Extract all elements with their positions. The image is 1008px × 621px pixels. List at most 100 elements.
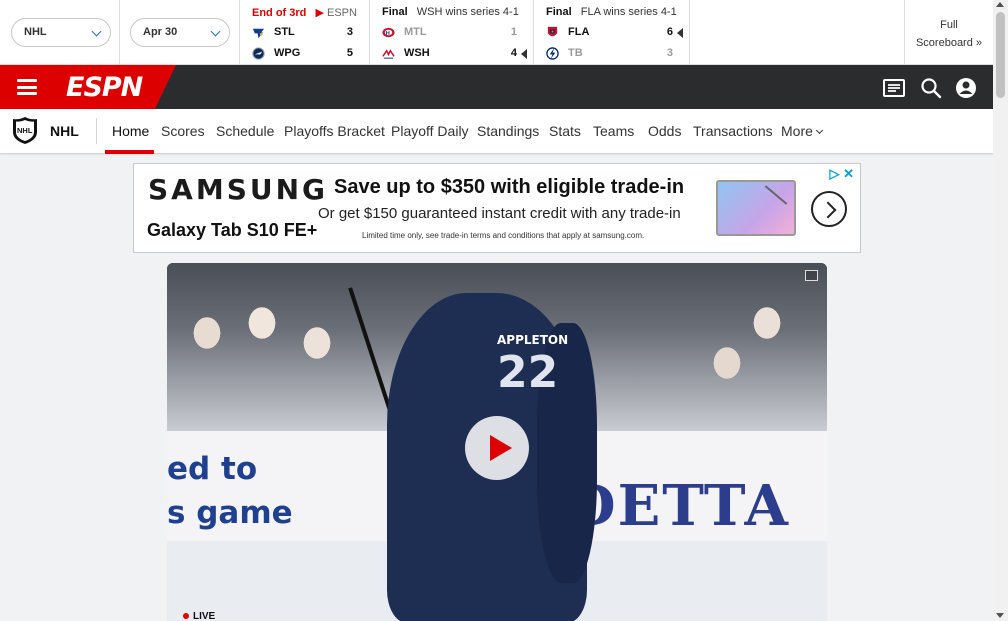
league-name[interactable]: NHL — [50, 123, 79, 139]
team-row: WPG 5 — [252, 46, 357, 62]
nav-schedule[interactable]: Schedule — [216, 123, 274, 139]
search-icon[interactable] — [920, 77, 942, 99]
nav-more[interactable]: More — [781, 123, 823, 139]
chevron-down-icon — [815, 126, 823, 135]
divider — [96, 118, 97, 144]
image-icon[interactable] — [805, 270, 818, 281]
full-scoreboard-link[interactable]: Full Scoreboard » — [904, 0, 993, 65]
nav-stats[interactable]: Stats — [549, 123, 581, 139]
team-abbr: WPG — [274, 47, 301, 59]
ad-headline: Save up to $350 with eligible trade-in — [334, 176, 685, 198]
espn-logo[interactable]: ESPN — [66, 72, 143, 103]
team-score: 4 — [510, 47, 517, 59]
team-abbr: STL — [274, 26, 295, 38]
team-row: FLA 6 — [546, 25, 683, 41]
nav-scores[interactable]: Scores — [161, 123, 205, 139]
series-result: FLA wins series 4-1 — [580, 6, 677, 18]
vertical-scrollbar[interactable] — [993, 0, 1008, 621]
espn-nhl-page: NHL Apr 30 End of 3rd ▶ ESPN STL 3 WPG 5… — [0, 0, 1008, 621]
team-abbr: WSH — [404, 47, 430, 59]
team-score: 6 — [666, 26, 673, 38]
team-row: H MTL 1 — [382, 25, 521, 41]
winner-arrow-icon — [521, 49, 527, 59]
nav-home[interactable]: Home — [112, 123, 149, 139]
game-card-fla-tb[interactable]: Final FLA wins series 4-1 FLA 6 TB 3 — [534, 0, 689, 65]
date-select[interactable]: Apr 30 — [130, 18, 230, 47]
nav-standings[interactable]: Standings — [477, 123, 539, 139]
nav-teams[interactable]: Teams — [593, 123, 634, 139]
lightning-logo-icon — [546, 47, 559, 60]
play-icon: ▶ — [315, 7, 324, 19]
tablet-image — [716, 180, 796, 236]
scroll-up-icon[interactable] — [996, 2, 1004, 7]
ad-fine-print: Limited time only, see trade-in terms an… — [362, 231, 645, 240]
chevron-down-icon — [210, 26, 221, 37]
team-score: 3 — [666, 47, 673, 59]
jersey-number: 22 — [497, 347, 559, 398]
game-status: End of 3rd ▶ ESPN — [252, 6, 357, 19]
series-result: WSH wins series 4-1 — [416, 6, 519, 18]
profile-icon[interactable] — [955, 77, 977, 99]
espn-header: ESPN — [0, 65, 993, 109]
jets-logo-icon — [252, 47, 265, 60]
jersey-name: APPLETON — [497, 333, 569, 347]
active-tab-indicator — [105, 150, 154, 154]
scoreboard-strip: NHL Apr 30 End of 3rd ▶ ESPN STL 3 WPG 5… — [0, 0, 993, 65]
nav-playoffs-bracket[interactable]: Playoffs Bracket — [284, 123, 385, 139]
svg-text:H: H — [386, 31, 390, 37]
full-scoreboard-line1: Full — [940, 19, 958, 31]
scores-menu-icon[interactable] — [883, 77, 905, 99]
game-status-final: Final — [546, 6, 572, 18]
nav-playoff-daily[interactable]: Playoff Daily — [391, 123, 469, 139]
team-score: 3 — [346, 26, 353, 38]
panthers-logo-icon — [547, 26, 558, 37]
blues-logo-icon — [252, 28, 265, 39]
team-row: STL 3 — [252, 25, 357, 41]
samsung-ad-banner[interactable]: SAMSUNG Galaxy Tab S10 FE+ Save up to $3… — [133, 163, 861, 253]
winner-arrow-icon — [677, 28, 683, 38]
ad-arrow-button[interactable] — [811, 191, 847, 227]
nhl-subnav: NHL Home Scores Schedule Playoffs Bracke… — [0, 109, 993, 154]
divider — [689, 0, 690, 65]
game-status: Final FLA wins series 4-1 — [546, 6, 677, 18]
ad-brand: SAMSUNG — [148, 173, 329, 206]
team-score: 5 — [346, 47, 353, 59]
scroll-down-icon[interactable] — [996, 613, 1004, 618]
team-abbr: FLA — [568, 26, 590, 38]
league-select[interactable]: NHL — [11, 18, 111, 47]
full-scoreboard-line2: Scoreboard » — [915, 37, 983, 49]
capitals-logo-icon — [382, 49, 395, 59]
nhl-shield-icon[interactable]: NHL — [12, 116, 38, 145]
team-abbr: MTL — [404, 26, 427, 38]
adchoices-icon[interactable]: ▷ ✕ — [829, 166, 854, 182]
league-select-value: NHL — [24, 26, 47, 38]
date-select-value: Apr 30 — [143, 26, 178, 38]
chevron-down-icon — [91, 26, 102, 37]
board-text: s game — [167, 495, 293, 531]
board-text: ed to — [167, 451, 258, 487]
scrollbar-thumb[interactable] — [996, 12, 1005, 98]
nav-transactions[interactable]: Transactions — [693, 123, 773, 139]
hero-video[interactable]: ed to s game DETTA APPLETON 22 — [167, 263, 827, 621]
ad-subhead: Or get $150 guaranteed instant credit wi… — [318, 205, 681, 222]
game-status: Final WSH wins series 4-1 — [382, 6, 519, 18]
svg-text:NHL: NHL — [17, 126, 33, 135]
menu-icon[interactable] — [17, 79, 37, 95]
game-status-final: Final — [382, 6, 408, 18]
divider — [119, 0, 120, 65]
game-network: ESPN — [326, 7, 357, 19]
game-card-stl-wpg[interactable]: End of 3rd ▶ ESPN STL 3 WPG 5 — [240, 0, 369, 65]
game-status-period: End of 3rd — [252, 7, 307, 19]
play-button-icon[interactable] — [465, 416, 529, 480]
canadiens-logo-icon: H — [382, 27, 395, 38]
game-card-mtl-wsh[interactable]: Final WSH wins series 4-1 H MTL 1 WSH 4 — [370, 0, 533, 65]
nav-odds[interactable]: Odds — [648, 123, 681, 139]
board-text: DETTA — [567, 473, 790, 539]
team-score: 1 — [510, 26, 517, 38]
team-abbr: TB — [568, 47, 583, 59]
live-label: LIVE — [183, 611, 215, 621]
nav-more-label: More — [781, 123, 813, 139]
team-row: WSH 4 — [382, 46, 527, 62]
ad-product: Galaxy Tab S10 FE+ — [147, 220, 318, 240]
team-row: TB 3 — [546, 46, 677, 62]
